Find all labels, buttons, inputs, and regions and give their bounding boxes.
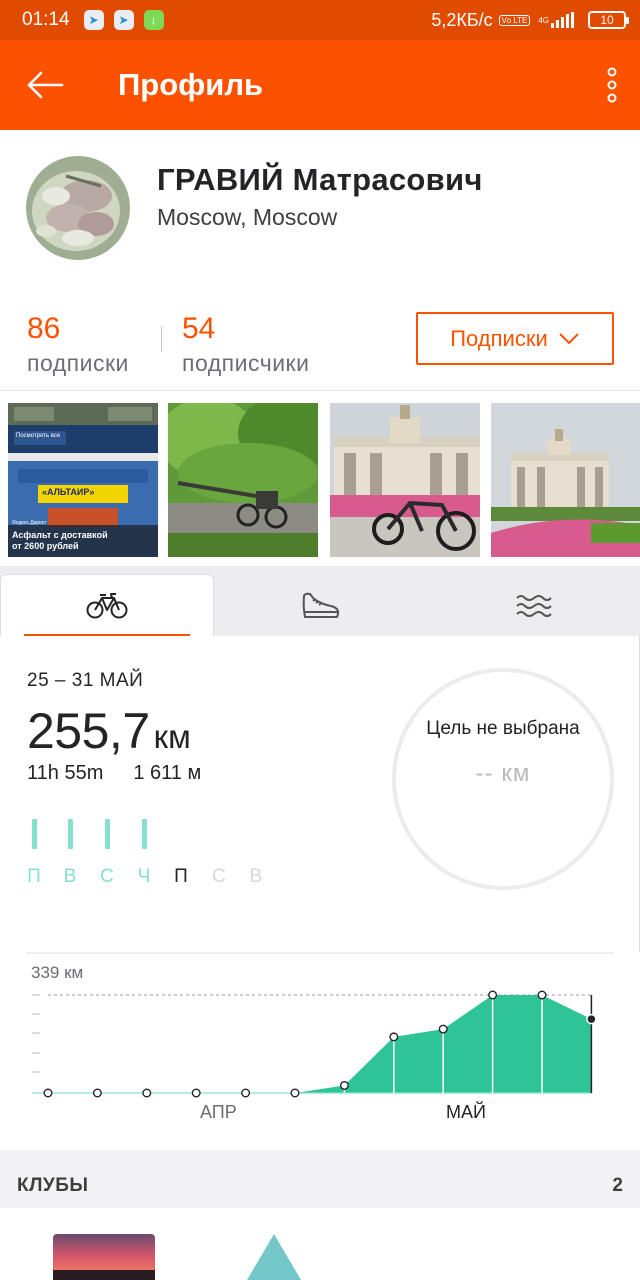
chart-point bbox=[191, 1088, 201, 1098]
battery-icon: 10 bbox=[588, 11, 629, 29]
ad-source-label: Яндекс.Директ bbox=[12, 520, 47, 526]
photo-thumbnail[interactable] bbox=[168, 403, 318, 557]
day-label: В bbox=[249, 866, 263, 887]
weekly-time: 11h 55m bbox=[27, 762, 104, 784]
followers-stat[interactable]: 54 подписчики bbox=[182, 312, 309, 377]
network-speed: 5,2КБ/с bbox=[431, 9, 493, 30]
chart-max-label: 339 км bbox=[31, 963, 84, 982]
week-range: 25 – 31 МАЙ bbox=[27, 670, 144, 691]
day-label: В bbox=[63, 866, 77, 887]
day-label: Ч bbox=[137, 866, 151, 887]
stat-divider bbox=[161, 326, 162, 352]
chart-point bbox=[537, 990, 547, 1000]
chevron-down-icon bbox=[559, 332, 579, 344]
athlete-location: Moscow, Moscow bbox=[157, 204, 338, 230]
day-label: П bbox=[27, 866, 41, 887]
chart-point bbox=[92, 1088, 102, 1098]
day-activity-bar bbox=[68, 819, 73, 849]
chart-area bbox=[48, 995, 592, 1093]
telegram-icon: ➤ bbox=[83, 10, 104, 30]
chart-point bbox=[43, 1088, 53, 1098]
following-button-label: Подписки bbox=[450, 325, 548, 351]
month-label: АПР bbox=[200, 1102, 237, 1122]
followers-label: подписчики bbox=[182, 350, 310, 376]
weekly-distance-chart[interactable] bbox=[0, 952, 640, 1132]
followers-count: 54 bbox=[182, 312, 216, 345]
tab-swim[interactable] bbox=[427, 574, 640, 636]
club-avatar[interactable] bbox=[53, 1234, 155, 1280]
network-type: 4G bbox=[538, 15, 549, 25]
shoe-icon bbox=[302, 592, 339, 618]
clubs-header bbox=[0, 1150, 640, 1208]
photo-thumbnail[interactable]: Посмотреть все «АЛЬТАИР» Яндекс.Директ А… bbox=[8, 403, 158, 557]
clubs-count: 2 bbox=[612, 1175, 623, 1196]
tab-run[interactable] bbox=[214, 574, 427, 636]
divider bbox=[0, 390, 640, 391]
app-bar: Профиль bbox=[0, 40, 640, 130]
weekly-elevation: 1 611 м bbox=[133, 762, 202, 784]
ad-button-label: Посмотреть все bbox=[16, 433, 61, 439]
telegram-icon: ➤ bbox=[113, 10, 134, 30]
day-activity-bar bbox=[142, 819, 147, 849]
chart-point bbox=[290, 1088, 300, 1098]
photo-thumbnail[interactable] bbox=[330, 403, 480, 557]
ad-sign-text: «АЛЬТАИР» bbox=[42, 487, 95, 497]
chart-point-current bbox=[586, 1013, 597, 1025]
ad-caption: Асфальт с доставкой от 2600 рублей bbox=[12, 530, 108, 551]
bicycle-icon bbox=[86, 592, 128, 618]
status-bar: 01:14 ➤ ➤ ↓ 5,2КБ/с Vo LTE 4G 10 bbox=[0, 0, 640, 40]
month-label: МАЙ bbox=[446, 1102, 486, 1122]
goal-value: -- км bbox=[475, 760, 531, 787]
tab-ride[interactable] bbox=[0, 574, 214, 636]
athlete-name: ГРАВИЙ Матрасович bbox=[157, 162, 483, 197]
chart-point bbox=[389, 1032, 399, 1042]
chart-point bbox=[438, 1024, 448, 1034]
clubs-title: КЛУБЫ bbox=[17, 1175, 89, 1196]
distance-unit: км bbox=[153, 718, 191, 755]
waves-icon bbox=[515, 595, 552, 617]
status-time: 01:14 bbox=[22, 9, 70, 30]
chart-point bbox=[142, 1088, 152, 1098]
following-stat[interactable]: 86 подписки bbox=[27, 312, 129, 377]
download-icon: ↓ bbox=[143, 10, 164, 30]
weekly-substats: 11h 55m 1 611 м bbox=[27, 762, 201, 785]
goal-title: Цель не выбрана bbox=[426, 718, 580, 739]
distance-value: 255,7 bbox=[27, 703, 150, 759]
page-title: Профиль bbox=[118, 67, 264, 102]
weekly-distance: 255,7 км bbox=[27, 702, 191, 760]
following-label: подписки bbox=[27, 350, 129, 376]
photo-thumbnail[interactable] bbox=[491, 403, 640, 557]
volte-icon: Vo LTE bbox=[498, 14, 531, 26]
back-arrow-icon[interactable] bbox=[0, 40, 90, 130]
signal-icon bbox=[551, 12, 574, 28]
chart-point bbox=[241, 1088, 251, 1098]
chart-point bbox=[339, 1080, 349, 1090]
day-label: С bbox=[212, 866, 226, 887]
sport-tabs bbox=[0, 574, 640, 636]
day-label: С bbox=[100, 866, 114, 887]
avatar[interactable] bbox=[26, 156, 130, 260]
chart-point bbox=[488, 990, 498, 1000]
more-options-icon[interactable] bbox=[584, 40, 640, 130]
club-avatar[interactable] bbox=[247, 1234, 301, 1280]
day-activity-bar bbox=[32, 819, 37, 849]
profile-screen: 01:14 ➤ ➤ ↓ 5,2КБ/с Vo LTE 4G 10 Профиль bbox=[0, 0, 640, 1280]
following-button[interactable]: Подписки bbox=[416, 312, 614, 365]
day-activity-bar bbox=[105, 819, 110, 849]
day-label: П bbox=[174, 866, 188, 887]
following-count: 86 bbox=[27, 312, 61, 345]
